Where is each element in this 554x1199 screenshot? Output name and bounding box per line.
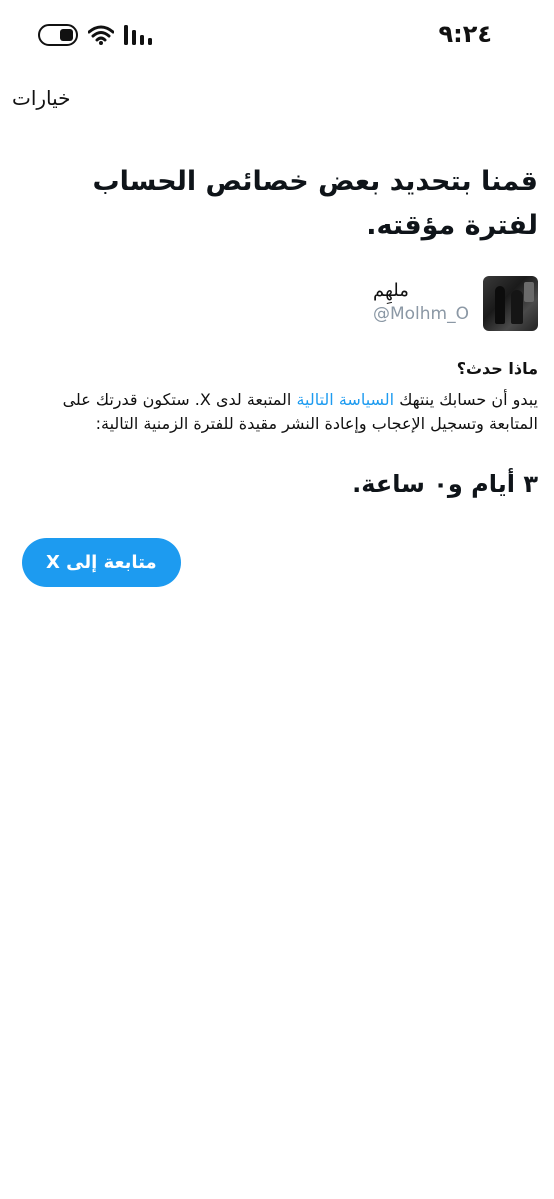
wifi-icon [88,25,114,45]
status-icons [38,24,154,46]
account-info: ملهِم @Molhm_O [373,276,469,326]
restriction-duration: ٣ أيام و٠ ساعة. [352,470,538,498]
status-time: ٩:٢٤ [438,20,492,48]
signal-icon [124,25,152,45]
account-card: ملهِم @Molhm_O [22,276,538,331]
explanation-start: يبدو أن حسابك ينتهك [394,390,538,409]
page-title: قمنا بتحديد بعض خصائص الحساب لفترة مؤقته… [92,166,538,241]
what-happened-heading: ماذا حدث؟ [456,359,538,378]
avatar [483,276,538,331]
account-name: ملهِم [372,280,409,301]
toggle-icon [38,24,78,46]
policy-link[interactable]: السياسة التالية [296,390,394,409]
status-bar: ٩:٢٤ [0,0,554,72]
account-handle: @Molhm_O [372,304,469,324]
continue-to-x-button[interactable]: متابعة إلى X [22,538,181,587]
restriction-notice: قمنا بتحديد بعض خصائص الحساب لفترة مؤقته… [22,160,538,587]
continue-button-wrap: متابعة إلى X [22,538,538,587]
explanation-text: يبدو أن حسابك ينتهك السياسة التالية المت… [22,388,538,436]
options-button[interactable]: خيارات [12,86,71,110]
